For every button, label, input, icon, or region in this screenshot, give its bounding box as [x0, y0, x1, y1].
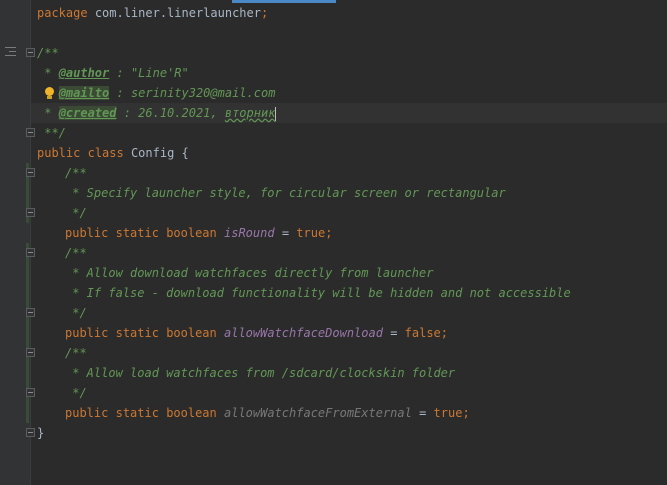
fold-icon[interactable]: [26, 388, 35, 397]
keyword: package: [37, 6, 88, 20]
code-line-package[interactable]: package com.liner.linerlauncher;: [37, 3, 268, 23]
doc-mailto-line[interactable]: * @mailto : serinity320@mail.com: [37, 83, 275, 103]
fold-icon[interactable]: [26, 308, 35, 317]
field-name: allowWatchfaceFromExternal: [224, 406, 412, 420]
package-name: com.liner.linerlauncher: [94, 6, 261, 20]
field1-doc-line[interactable]: * Specify launcher style, for circular s…: [65, 183, 505, 203]
field2-doc-open[interactable]: /**: [65, 243, 87, 263]
field1-doc-open[interactable]: /**: [65, 163, 87, 183]
doc-author-value: : "Line'R": [109, 66, 189, 80]
doc-open[interactable]: /**: [37, 43, 59, 63]
doc-created-line[interactable]: * @created : 26.10.2021, вторник: [37, 103, 277, 123]
field-value: true: [433, 406, 463, 420]
doc-tag-created: @created: [58, 106, 117, 120]
field-value: false: [404, 326, 441, 340]
keyword-public: public: [37, 146, 81, 160]
keyword-class: class: [87, 146, 124, 160]
field3-declaration[interactable]: public static boolean allowWatchfaceFrom…: [65, 403, 470, 423]
fold-icon[interactable]: [26, 348, 35, 357]
doc-close[interactable]: **/: [37, 123, 66, 143]
field-value: true: [296, 226, 326, 240]
doc-tag-author: @author: [58, 66, 110, 80]
class-declaration[interactable]: public class Config {: [37, 143, 189, 163]
field2-doc-close[interactable]: */: [65, 303, 86, 323]
field-name: isRound: [224, 226, 275, 240]
field3-doc-close[interactable]: */: [65, 383, 86, 403]
fold-icon[interactable]: [26, 48, 35, 57]
field2-declaration[interactable]: public static boolean allowWatchfaceDown…: [65, 323, 448, 343]
fold-icon[interactable]: [26, 428, 35, 437]
fold-icon[interactable]: [26, 208, 35, 217]
field3-doc-line[interactable]: * Allow load watchfaces from /sdcard/clo…: [65, 363, 455, 383]
field1-doc-close[interactable]: */: [65, 203, 86, 223]
close-brace[interactable]: }: [37, 423, 44, 443]
field3-doc-open[interactable]: /**: [65, 343, 87, 363]
gutter-separator: [30, 0, 31, 485]
doc-tag-mailto: @mailto: [58, 86, 110, 100]
field2-doc-line[interactable]: * If false - download functionality will…: [65, 283, 571, 303]
fold-icon[interactable]: [26, 168, 35, 177]
code-editor[interactable]: package com.liner.linerlauncher; /** * @…: [0, 0, 667, 485]
semicolon: ;: [260, 6, 269, 20]
doc-author-line[interactable]: * @author : "Line'R": [37, 63, 189, 83]
open-brace: {: [181, 146, 189, 160]
field-name: allowWatchfaceDownload: [224, 326, 383, 340]
fold-icon[interactable]: [26, 248, 35, 257]
doc-created-value: : 26.10.2021,: [116, 106, 225, 120]
structure-icon[interactable]: [5, 47, 16, 56]
doc-created-weekday: вторник: [224, 106, 276, 120]
doc-mailto-value: : serinity320@mail.com: [109, 86, 276, 100]
field2-doc-line[interactable]: * Allow download watchfaces directly fro…: [65, 263, 433, 283]
class-name: Config: [130, 146, 175, 160]
text-caret: [275, 106, 277, 121]
field1-declaration[interactable]: public static boolean isRound = true;: [65, 223, 332, 243]
fold-icon[interactable]: [26, 128, 35, 137]
